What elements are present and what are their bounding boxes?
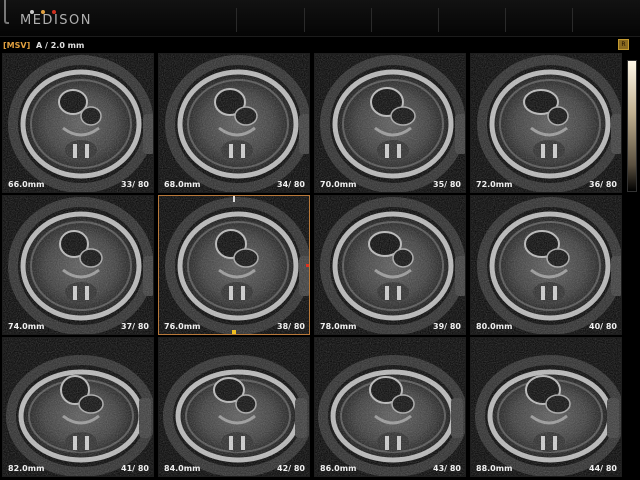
slice-thumbnail[interactable]: 80.0mm 40/ 80 [470,195,622,335]
ultrasound-image [315,338,465,476]
slice-index: 38/ 80 [277,322,305,331]
slice-depth: 88.0mm [476,464,513,473]
orientation-marker-icon [306,264,309,267]
slice-thumbnail[interactable]: 88.0mm 44/ 80 [470,337,622,477]
top-header: MEDISON [0,0,640,37]
ultrasound-image [315,196,465,334]
slice-index: 41/ 80 [121,464,149,473]
slice-spacing: A / 2.0 mm [36,41,85,50]
slice-depth: 72.0mm [476,180,513,189]
slice-index: 42/ 80 [277,464,305,473]
ultrasound-image [3,54,153,192]
header-divider [371,8,372,32]
slice-depth: 74.0mm [8,322,45,331]
mode-info: [MSV] A / 2.0 mm [3,40,84,52]
header-divider [572,8,573,32]
slice-depth: 82.0mm [8,464,45,473]
slice-index: 36/ 80 [589,180,617,189]
header-divider [304,8,305,32]
brand-logo: MEDISON [20,13,92,28]
slice-index: 44/ 80 [589,464,617,473]
slice-depth: 76.0mm [164,322,201,331]
slice-index: 43/ 80 [433,464,461,473]
status-icon[interactable]: R [618,39,629,50]
slice-thumbnail[interactable]: 68.0mm 34/ 80 [158,53,310,193]
slice-thumbnail[interactable]: 78.0mm 39/ 80 [314,195,466,335]
slice-thumbnail[interactable]: 74.0mm 37/ 80 [2,195,154,335]
ultrasound-image [159,196,309,334]
slice-depth: 78.0mm [320,322,357,331]
ultrasound-image [3,196,153,334]
slice-depth: 86.0mm [320,464,357,473]
slice-thumbnail[interactable]: 82.0mm 41/ 80 [2,337,154,477]
ultrasound-image [471,54,621,192]
grayscale-bar [627,60,637,192]
slice-index: 39/ 80 [433,322,461,331]
slice-thumbnail[interactable]: 72.0mm 36/ 80 [470,53,622,193]
slice-index: 35/ 80 [433,180,461,189]
ultrasound-image [159,54,309,192]
slice-index: 37/ 80 [121,322,149,331]
slice-depth: 66.0mm [8,180,45,189]
slice-thumbnail[interactable]: 66.0mm 33/ 80 [2,53,154,193]
slice-depth: 80.0mm [476,322,513,331]
ultrasound-image [471,338,621,476]
slice-thumbnail[interactable]: 86.0mm 43/ 80 [314,337,466,477]
slice-index: 40/ 80 [589,322,617,331]
slice-thumbnail[interactable]: 84.0mm 42/ 80 [158,337,310,477]
slice-index: 33/ 80 [121,180,149,189]
ultrasound-image [315,54,465,192]
reference-dot-icon [232,330,236,334]
header-divider [438,8,439,32]
slice-thumbnail[interactable]: 76.0mm 38/ 80 [158,195,310,335]
mode-tag: [MSV] [3,41,31,50]
header-divider [505,8,506,32]
corner-bracket-icon [4,0,9,24]
focus-marker-icon [233,196,235,202]
ultrasound-image [471,196,621,334]
ultrasound-viewer: MEDISON [MSV] A / 2.0 mm R 66.0mm 33/ 80… [0,0,640,480]
slice-thumbnail[interactable]: 70.0mm 35/ 80 [314,53,466,193]
slice-depth: 70.0mm [320,180,357,189]
ultrasound-image [3,338,153,476]
slice-index: 34/ 80 [277,180,305,189]
header-divider [236,8,237,32]
slice-grid: 66.0mm 33/ 80 68.0mm 34/ 80 70.0mm 35/ 8… [2,53,622,480]
slice-depth: 84.0mm [164,464,201,473]
slice-depth: 68.0mm [164,180,201,189]
ultrasound-image [159,338,309,476]
